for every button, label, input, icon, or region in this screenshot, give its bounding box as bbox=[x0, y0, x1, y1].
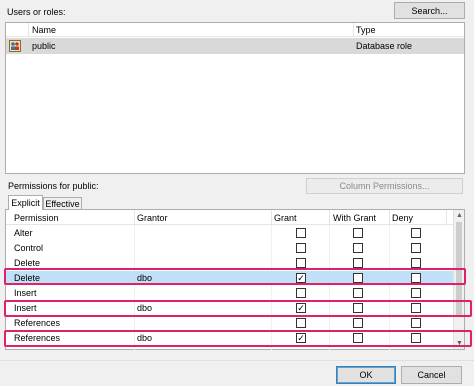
deny-checkbox[interactable] bbox=[411, 243, 421, 253]
grant-checkbox[interactable] bbox=[296, 228, 306, 238]
users-list-header: Name Type bbox=[6, 23, 464, 37]
users-list[interactable]: Name Type public Database role bbox=[5, 22, 465, 174]
with-grant-checkbox[interactable] bbox=[353, 318, 363, 328]
permissions-header: Permission Grantor Grant With Grant Deny bbox=[6, 210, 454, 225]
permission-name: Delete bbox=[14, 258, 41, 268]
ok-button[interactable]: OK bbox=[336, 366, 396, 384]
perm-col-grantor[interactable]: Grantor bbox=[137, 213, 168, 223]
grant-checkbox[interactable] bbox=[296, 258, 306, 268]
users-label: Users or roles: bbox=[7, 7, 66, 17]
tab-explicit[interactable]: Explicit bbox=[8, 195, 43, 210]
tab-effective[interactable]: Effective bbox=[43, 197, 82, 209]
permission-name: Control bbox=[14, 243, 44, 253]
scroll-up-icon[interactable]: ▲ bbox=[455, 211, 464, 220]
grant-checkbox[interactable] bbox=[296, 288, 306, 298]
perm-col-grant[interactable]: Grant bbox=[274, 213, 297, 223]
perm-col-permission[interactable]: Permission bbox=[14, 213, 59, 223]
perm-col-deny[interactable]: Deny bbox=[392, 213, 413, 223]
user-row-public[interactable]: public Database role bbox=[6, 38, 464, 54]
with-grant-checkbox[interactable] bbox=[353, 228, 363, 238]
header-separator bbox=[329, 210, 330, 225]
permission-row[interactable]: Insert bbox=[6, 286, 454, 300]
users-col-type[interactable]: Type bbox=[356, 25, 376, 35]
column-permissions-button[interactable]: Column Permissions... bbox=[306, 178, 463, 194]
with-grant-checkbox[interactable] bbox=[353, 258, 363, 268]
header-separator bbox=[353, 23, 354, 37]
deny-checkbox[interactable] bbox=[411, 318, 421, 328]
header-separator bbox=[389, 210, 390, 225]
with-grant-checkbox[interactable] bbox=[353, 288, 363, 298]
permission-name: Insert bbox=[14, 288, 37, 298]
header-separator bbox=[271, 210, 272, 225]
permission-name: Alter bbox=[14, 228, 33, 238]
permissions-label: Permissions for public: bbox=[8, 181, 99, 191]
role-icon bbox=[9, 40, 21, 52]
highlight-references-dbo bbox=[4, 330, 472, 347]
search-button[interactable]: Search... bbox=[394, 2, 465, 19]
header-separator bbox=[134, 210, 135, 225]
perm-col-with-grant[interactable]: With Grant bbox=[333, 213, 376, 223]
user-type: Database role bbox=[356, 41, 413, 51]
highlight-delete-dbo bbox=[4, 268, 466, 285]
user-name: public bbox=[32, 41, 56, 51]
with-grant-checkbox[interactable] bbox=[353, 243, 363, 253]
header-separator bbox=[446, 210, 447, 225]
permission-row[interactable]: Alter bbox=[6, 226, 454, 240]
deny-checkbox[interactable] bbox=[411, 288, 421, 298]
permission-row[interactable]: Control bbox=[6, 241, 454, 255]
cancel-button[interactable]: Cancel bbox=[401, 366, 462, 384]
grant-checkbox[interactable] bbox=[296, 318, 306, 328]
deny-checkbox[interactable] bbox=[411, 258, 421, 268]
users-col-name[interactable]: Name bbox=[32, 25, 56, 35]
deny-checkbox[interactable] bbox=[411, 228, 421, 238]
grant-checkbox[interactable] bbox=[296, 243, 306, 253]
permission-name: References bbox=[14, 318, 61, 328]
highlight-insert-dbo bbox=[4, 300, 472, 317]
permission-row[interactable]: References bbox=[6, 316, 454, 330]
header-separator bbox=[28, 23, 29, 37]
